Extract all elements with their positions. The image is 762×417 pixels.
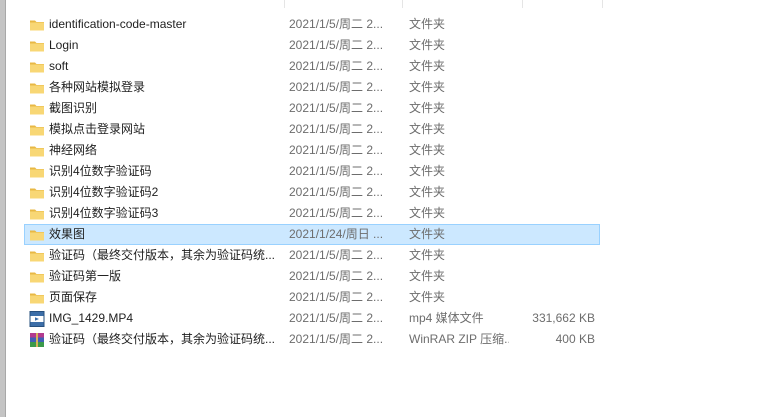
file-name: 识别4位数字验证码 — [49, 164, 152, 178]
file-type: 文件夹 — [409, 143, 446, 157]
file-row[interactable]: 识别4位数字验证码2 2021/1/5/周二 2... 文件夹 — [24, 182, 600, 203]
file-type: 文件夹 — [409, 80, 446, 94]
file-name: 各种网站模拟登录 — [49, 80, 146, 94]
file-date-modified: 2021/1/5/周二 2... — [289, 185, 384, 199]
file-name: 识别4位数字验证码2 — [49, 185, 159, 199]
file-size: 331,662 KB — [532, 311, 595, 325]
folder-icon — [29, 269, 45, 285]
file-name: 效果图 — [49, 227, 86, 241]
file-row[interactable]: 各种网站模拟登录 2021/1/5/周二 2... 文件夹 — [24, 77, 600, 98]
file-list: identification-code-master 2021/1/5/周二 2… — [24, 14, 600, 350]
file-name: 页面保存 — [49, 290, 98, 304]
folder-icon — [29, 206, 45, 222]
file-row[interactable]: 页面保存 2021/1/5/周二 2... 文件夹 — [24, 287, 600, 308]
file-row[interactable]: 验证码（最终交付版本，其余为验证码统... 2021/1/5/周二 2... 文… — [24, 245, 600, 266]
file-name: Login — [49, 38, 79, 52]
file-type: 文件夹 — [409, 38, 446, 52]
folder-icon — [29, 80, 45, 96]
file-type: 文件夹 — [409, 17, 446, 31]
file-row[interactable]: 效果图 2021/1/24/周日 ... 文件夹 — [24, 224, 600, 245]
file-row[interactable]: IMG_1429.MP4 2021/1/5/周二 2... mp4 媒体文件 3… — [24, 308, 600, 329]
folder-icon — [29, 185, 45, 201]
folder-icon — [29, 59, 45, 75]
file-row[interactable]: 识别4位数字验证码3 2021/1/5/周二 2... 文件夹 — [24, 203, 600, 224]
file-date-modified: 2021/1/24/周日 ... — [289, 227, 384, 241]
file-type: 文件夹 — [409, 122, 446, 136]
file-date-modified: 2021/1/5/周二 2... — [289, 17, 384, 31]
folder-icon — [29, 143, 45, 159]
file-row[interactable]: identification-code-master 2021/1/5/周二 2… — [24, 14, 600, 35]
file-name: 模拟点击登录网站 — [49, 122, 146, 136]
file-type: 文件夹 — [409, 101, 446, 115]
file-name: 验证码（最终交付版本，其余为验证码统... — [49, 332, 276, 346]
folder-icon — [29, 122, 45, 138]
file-type: 文件夹 — [409, 185, 446, 199]
file-date-modified: 2021/1/5/周二 2... — [289, 143, 384, 157]
file-type: 文件夹 — [409, 206, 446, 220]
file-date-modified: 2021/1/5/周二 2... — [289, 311, 384, 325]
file-type: 文件夹 — [409, 227, 446, 241]
folder-icon — [29, 290, 45, 306]
window-left-edge — [0, 0, 6, 417]
column-separator[interactable] — [602, 0, 603, 8]
file-row[interactable]: 验证码第一版 2021/1/5/周二 2... 文件夹 — [24, 266, 600, 287]
file-row[interactable]: 识别4位数字验证码 2021/1/5/周二 2... 文件夹 — [24, 161, 600, 182]
file-date-modified: 2021/1/5/周二 2... — [289, 332, 384, 346]
file-name: 识别4位数字验证码3 — [49, 206, 159, 220]
file-name: 验证码第一版 — [49, 269, 122, 283]
file-date-modified: 2021/1/5/周二 2... — [289, 38, 384, 52]
file-row[interactable]: 神经网络 2021/1/5/周二 2... 文件夹 — [24, 140, 600, 161]
folder-icon — [29, 101, 45, 117]
folder-icon — [29, 227, 45, 243]
file-type: 文件夹 — [409, 290, 446, 304]
file-type: 文件夹 — [409, 164, 446, 178]
file-row[interactable]: 验证码（最终交付版本，其余为验证码统... 2021/1/5/周二 2... W… — [24, 329, 600, 350]
column-separator[interactable] — [522, 0, 523, 8]
file-name: 截图识别 — [49, 101, 98, 115]
file-name: IMG_1429.MP4 — [49, 311, 134, 325]
file-row[interactable]: soft 2021/1/5/周二 2... 文件夹 — [24, 56, 600, 77]
file-name: soft — [49, 59, 69, 73]
file-type: 文件夹 — [409, 59, 446, 73]
file-type: WinRAR ZIP 压缩... — [409, 332, 509, 346]
file-date-modified: 2021/1/5/周二 2... — [289, 101, 384, 115]
file-date-modified: 2021/1/5/周二 2... — [289, 59, 384, 73]
file-type: 文件夹 — [409, 269, 446, 283]
folder-icon — [29, 248, 45, 264]
file-date-modified: 2021/1/5/周二 2... — [289, 248, 384, 262]
folder-icon — [29, 17, 45, 33]
file-type: 文件夹 — [409, 248, 446, 262]
file-name: 验证码（最终交付版本，其余为验证码统... — [49, 248, 276, 262]
file-date-modified: 2021/1/5/周二 2... — [289, 290, 384, 304]
file-name: identification-code-master — [49, 17, 187, 31]
file-date-modified: 2021/1/5/周二 2... — [289, 80, 384, 94]
file-row[interactable]: Login 2021/1/5/周二 2... 文件夹 — [24, 35, 600, 56]
file-name: 神经网络 — [49, 143, 98, 157]
column-separator[interactable] — [284, 0, 285, 8]
archive-icon — [29, 332, 45, 348]
folder-icon — [29, 38, 45, 54]
folder-icon — [29, 164, 45, 180]
video-file-icon — [29, 311, 45, 327]
file-date-modified: 2021/1/5/周二 2... — [289, 164, 384, 178]
file-date-modified: 2021/1/5/周二 2... — [289, 122, 384, 136]
column-separator[interactable] — [402, 0, 403, 8]
file-row[interactable]: 截图识别 2021/1/5/周二 2... 文件夹 — [24, 98, 600, 119]
file-date-modified: 2021/1/5/周二 2... — [289, 269, 384, 283]
file-type: mp4 媒体文件 — [409, 311, 484, 325]
file-date-modified: 2021/1/5/周二 2... — [289, 206, 384, 220]
file-row[interactable]: 模拟点击登录网站 2021/1/5/周二 2... 文件夹 — [24, 119, 600, 140]
file-size: 400 KB — [555, 332, 595, 346]
